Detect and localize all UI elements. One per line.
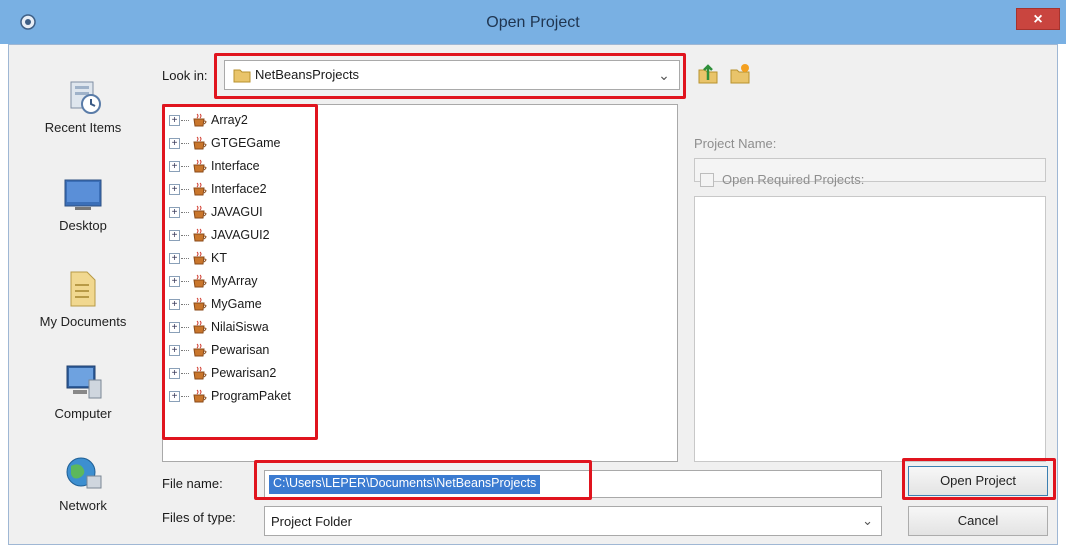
places-bar: Recent Items Desktop My Documents Comput… (8, 44, 158, 544)
chevron-down-icon[interactable]: ⌄ (862, 513, 873, 529)
computer-icon (66, 365, 102, 399)
place-label: My Documents (39, 314, 127, 329)
close-button[interactable]: × (1016, 8, 1060, 30)
highlight-project-list (162, 104, 318, 440)
window-title: Open Project (486, 14, 580, 31)
open-required-label: Open Required Projects: (722, 172, 865, 187)
file-name-label: File name: (162, 476, 223, 491)
place-desktop[interactable]: Desktop (8, 176, 158, 233)
cancel-button[interactable]: Cancel (908, 506, 1048, 536)
title-bar[interactable]: Open Project × (0, 0, 1066, 44)
files-of-type-combo[interactable]: Project Folder ⌄ (264, 506, 882, 536)
place-computer[interactable]: Computer (8, 362, 158, 421)
recent-items-icon (70, 81, 101, 114)
new-folder-icon[interactable] (728, 62, 752, 86)
place-label: Recent Items (44, 120, 122, 135)
my-documents-icon (70, 271, 96, 307)
desktop-icon (64, 179, 102, 210)
project-name-label: Project Name: (694, 136, 777, 151)
open-required-checkbox[interactable] (700, 173, 714, 187)
highlight-open-button (902, 458, 1056, 500)
place-label: Network (59, 498, 107, 513)
network-icon (66, 457, 102, 489)
place-network[interactable]: Network (8, 454, 158, 513)
open-project-dialog: Open Project × Recent Items Desktop My D… (0, 0, 1066, 549)
place-label: Desktop (59, 218, 107, 233)
place-my-documents[interactable]: My Documents (8, 266, 158, 329)
place-label: Computer (54, 406, 112, 421)
place-recent-items[interactable]: Recent Items (8, 78, 158, 135)
highlight-file-name (254, 460, 592, 500)
files-of-type-value: Project Folder (271, 514, 352, 529)
highlight-look-in (214, 53, 686, 99)
required-projects-list (694, 196, 1046, 462)
files-of-type-label: Files of type: (162, 510, 236, 525)
up-folder-icon[interactable] (696, 62, 720, 86)
look-in-label: Look in: (162, 68, 208, 83)
